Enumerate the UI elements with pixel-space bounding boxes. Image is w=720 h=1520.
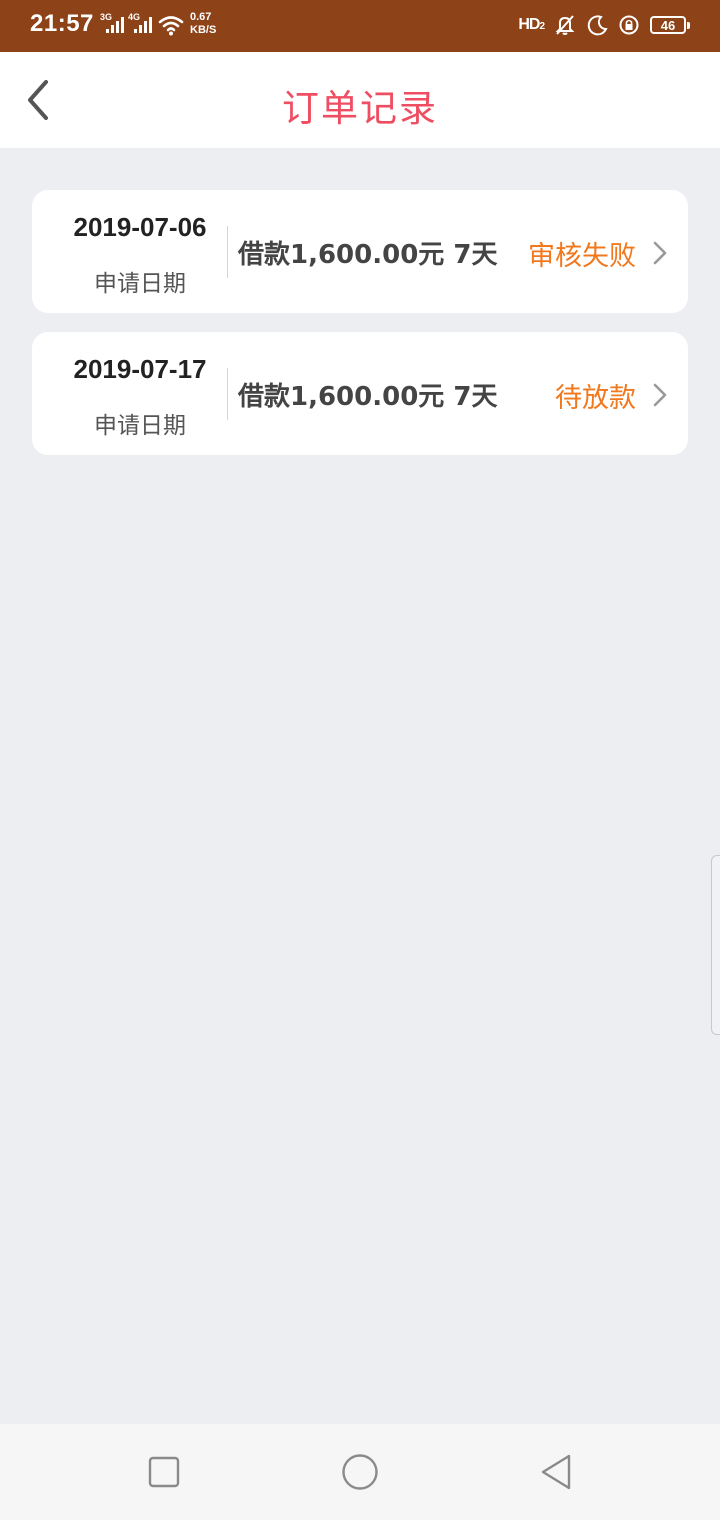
- order-status: 审核失败: [528, 241, 636, 272]
- chevron-right-icon: [653, 383, 667, 407]
- order-card[interactable]: 2019-07-17 申请日期 借款1,600.00元 7天 待放款: [32, 332, 688, 455]
- divider: [227, 226, 228, 278]
- rotation-lock-icon: [619, 15, 639, 35]
- network-speed: 0.67 KB/S: [190, 11, 216, 37]
- battery-level: 46: [650, 16, 686, 34]
- network-speed-unit: KB/S: [190, 24, 217, 36]
- order-date-label: 申请日期: [94, 413, 186, 439]
- order-status: 待放款: [555, 383, 636, 414]
- status-bar: 21:57 3G 4G 0.67 KB/S HD2 46: [0, 0, 720, 52]
- home-button[interactable]: [336, 1448, 384, 1496]
- edge-panel-handle[interactable]: [711, 855, 720, 1035]
- navigation-bar: [0, 1424, 720, 1520]
- chevron-right-icon: [653, 241, 667, 265]
- square-icon: [148, 1456, 180, 1488]
- battery-icon: 46: [650, 16, 690, 34]
- order-date: 2019-07-17: [73, 354, 207, 384]
- status-time: 21:57: [30, 10, 94, 37]
- recent-apps-button[interactable]: [140, 1448, 188, 1496]
- moon-icon: [587, 15, 608, 36]
- order-amount: 借款1,600.00元 7天: [238, 240, 498, 270]
- network-speed-value: 0.67: [190, 11, 212, 23]
- hd-label: HD: [518, 16, 540, 33]
- divider: [227, 368, 228, 420]
- triangle-back-icon: [541, 1454, 571, 1490]
- hd-call-icon: HD2: [518, 16, 545, 34]
- wifi-icon: [158, 16, 184, 36]
- page-title: 订单记录: [282, 87, 438, 130]
- order-card[interactable]: 2019-07-06 申请日期 借款1,600.00元 7天 审核失败: [32, 190, 688, 313]
- back-nav-button[interactable]: [532, 1448, 580, 1496]
- order-date: 2019-07-06: [73, 212, 207, 242]
- hd-sub-label: 2: [539, 21, 544, 32]
- order-date-label: 申请日期: [94, 271, 186, 297]
- status-right-icons: HD2 46: [518, 14, 690, 36]
- order-amount: 借款1,600.00元 7天: [238, 382, 498, 412]
- circle-icon: [342, 1454, 378, 1490]
- bell-off-icon: [555, 15, 575, 35]
- title-bar: 订单记录: [0, 52, 720, 148]
